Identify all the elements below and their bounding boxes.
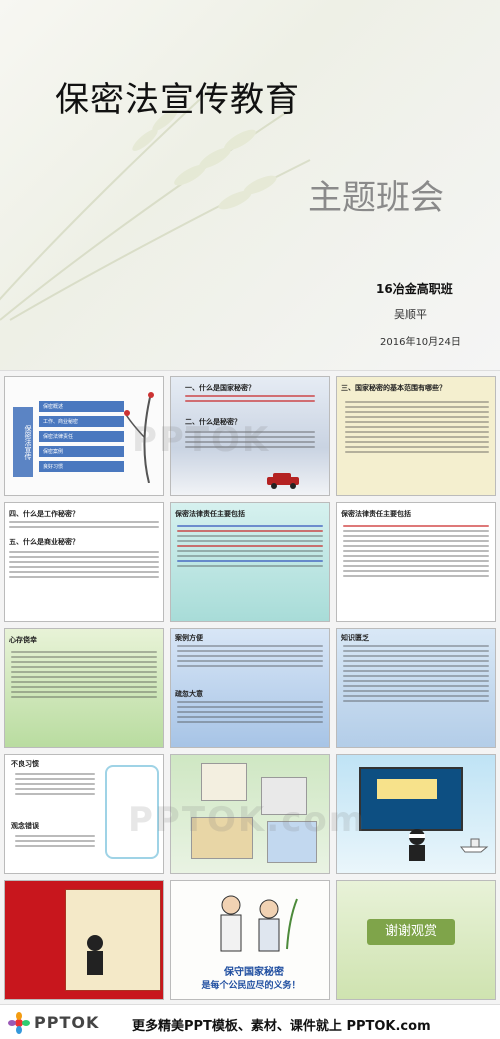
slide-thumbnail-legal-liability-2[interactable]: 保密法律责任主要包括 <box>336 502 496 622</box>
author-name: 吴顺平 <box>394 308 427 321</box>
footer-slogan[interactable]: 更多精美PPT模板、素材、课件就上 PPTOK.com <box>132 1015 431 1034</box>
title-slide: 保密法宣传教育 主题班会 16冶金高职班 吴顺平 2016年10月24日 <box>0 0 500 371</box>
caption-line: 是每个公民应尽的义务！ <box>201 981 301 991</box>
slide-heading: 疏忽大意 <box>175 690 203 698</box>
menu-item: 保密法律责任 <box>39 431 124 442</box>
boat-icon <box>459 838 489 853</box>
thief-cartoon-icon <box>409 829 425 861</box>
presentation-date: 2016年10月24日 <box>380 337 461 348</box>
slide-thumbnail-cartoon[interactable] <box>336 754 496 874</box>
slide-thumbnail-luck[interactable]: 心存侥幸 <box>4 628 164 748</box>
slide-thumbnail-secret-scope[interactable]: 三、国家秘密的基本范围有哪些？ <box>336 376 496 496</box>
menu-item: 保密概述 <box>39 401 124 412</box>
slide-heading: 知识匮乏 <box>341 634 369 642</box>
slide-heading: 保密法律责任主要包括 <box>341 510 411 518</box>
footer-bar: PPTOK 更多精美PPT模板、素材、课件就上 PPTOK.com <box>0 1004 500 1039</box>
caption-line: 保守国家秘密 <box>224 967 284 978</box>
slide-thumbnail-legal-liability[interactable]: 保密法律责任主要包括 <box>170 502 330 622</box>
map-image <box>191 817 253 859</box>
slide-thumbnail-work-secret[interactable]: 四、什么是工作秘密？ 五、什么是商业秘密？ <box>4 502 164 622</box>
slide-heading: 保密法律责任主要包括 <box>175 510 245 518</box>
slide-subtitle: 主题班会 <box>308 178 444 218</box>
class-name: 16冶金高职班 <box>376 282 453 296</box>
slide-heading: 四、什么是工作秘密？ <box>9 510 79 518</box>
decorative-frame <box>105 765 159 859</box>
slide-heading: 二、什么是秘密？ <box>185 418 241 426</box>
slide-heading: 观念错误 <box>11 822 39 830</box>
slide-heading: 五、什么是商业秘密？ <box>9 538 79 546</box>
slide-heading: 案例方便 <box>175 634 203 642</box>
slide-thumbnail-bad-habits[interactable]: 不良习惯 观念错误 <box>4 754 164 874</box>
slide-thumbnail-negligence[interactable]: 案例方便 疏忽大意 <box>170 628 330 748</box>
plum-branch-icon <box>124 392 154 483</box>
slide-heading: 心存侥幸 <box>9 636 37 644</box>
pptok-logo-icon <box>8 1012 30 1034</box>
menu-item: 工作、商业秘密 <box>39 416 124 427</box>
slide-thumbnail-state-secret[interactable]: 一、什么是国家秘密？ 二、什么是秘密？ <box>170 376 330 496</box>
document-image <box>201 763 247 801</box>
people-illustration <box>220 895 298 952</box>
warning-sign <box>377 779 437 799</box>
slide-thumbnail-grid: 保密法宣传 保密概述 工作、商业秘密 保密法律责任 保密案例 良好习惯 一、什么… <box>4 376 496 1000</box>
slide-thumbnail-duty[interactable]: 保守国家秘密 是每个公民应尽的义务！ <box>170 880 330 1000</box>
scene-image <box>267 821 317 863</box>
vertical-title-box: 保密法宣传 <box>13 407 33 477</box>
slide-thumbnail-illustrations[interactable] <box>170 754 330 874</box>
thief-cartoon-icon <box>87 935 103 975</box>
menu-item: 保密案例 <box>39 446 124 457</box>
poster-board <box>359 767 463 831</box>
slide-thumbnail-red-poster[interactable] <box>4 880 164 1000</box>
slide-thumbnail-thanks[interactable]: 谢谢观赏 <box>336 880 496 1000</box>
thanks-banner: 谢谢观赏 <box>367 919 455 945</box>
slide-heading: 三、国家秘密的基本范围有哪些？ <box>341 384 446 392</box>
slide-heading: 不良习惯 <box>11 760 39 768</box>
document-image <box>261 777 307 815</box>
brand-name: PPTOK <box>34 1013 100 1032</box>
slide-thumbnail-contents[interactable]: 保密法宣传 保密概述 工作、商业秘密 保密法律责任 保密案例 良好习惯 <box>4 376 164 496</box>
car-icon <box>267 473 299 489</box>
slide-title: 保密法宣传教育 <box>55 80 300 120</box>
slide-thumbnail-lack-of-knowledge[interactable]: 知识匮乏 <box>336 628 496 748</box>
menu-item: 良好习惯 <box>39 461 124 472</box>
slide-heading: 一、什么是国家秘密？ <box>185 384 255 392</box>
